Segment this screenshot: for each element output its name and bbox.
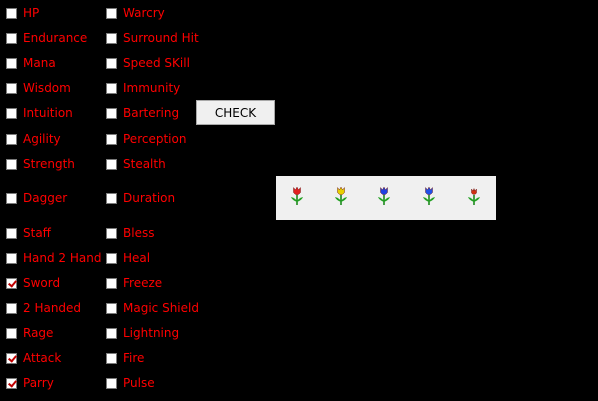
check-button[interactable]: CHECK (196, 100, 275, 125)
left-row-rage[interactable]: Rage (6, 325, 53, 341)
checkbox-magic-shield[interactable] (106, 302, 117, 314)
left-row-endurance[interactable]: Endurance (6, 30, 87, 46)
checkbox-label-strength[interactable]: Strength (23, 156, 75, 172)
checkbox-endurance[interactable] (6, 32, 17, 44)
checkbox-immunity[interactable] (106, 82, 117, 94)
checkbox-attack[interactable] (6, 352, 17, 364)
checkbox-label-perception[interactable]: Perception (123, 131, 186, 147)
right-row-heal[interactable]: Heal (106, 250, 150, 266)
checkbox-2-handed[interactable] (6, 302, 17, 314)
checkbox-surround-hit[interactable] (106, 32, 117, 44)
checkbox-label-parry[interactable]: Parry (23, 375, 54, 391)
checkbox-label-stealth[interactable]: Stealth (123, 156, 166, 172)
checkbox-label-hand-2-hand[interactable]: Hand 2 Hand (23, 250, 101, 266)
right-row-magic-shield[interactable]: Magic Shield (106, 300, 199, 316)
right-row-speed-skill[interactable]: Speed SKill (106, 55, 190, 71)
left-row-attack[interactable]: Attack (6, 350, 61, 366)
checkbox-label-heal[interactable]: Heal (123, 250, 150, 266)
checkbox-label-staff[interactable]: Staff (23, 225, 51, 241)
checkbox-label-immunity[interactable]: Immunity (123, 80, 180, 96)
checkbox-label-endurance[interactable]: Endurance (23, 30, 87, 46)
checkbox-label-magic-shield[interactable]: Magic Shield (123, 300, 199, 316)
checkbox-label-bartering[interactable]: Bartering (123, 105, 179, 121)
checkbox-label-sword[interactable]: Sword (23, 275, 60, 291)
left-row-hand-2-hand[interactable]: Hand 2 Hand (6, 250, 101, 266)
checkbox-fire[interactable] (106, 352, 117, 364)
right-row-freeze[interactable]: Freeze (106, 275, 162, 291)
right-row-perception[interactable]: Perception (106, 131, 186, 147)
left-row-parry[interactable]: Parry (6, 375, 54, 391)
checkbox-freeze[interactable] (106, 277, 117, 289)
checkbox-label-attack[interactable]: Attack (23, 350, 61, 366)
right-row-warcry[interactable]: Warcry (106, 5, 165, 21)
left-row-mana[interactable]: Mana (6, 55, 56, 71)
left-row-hp[interactable]: HP (6, 5, 39, 21)
checkbox-hand-2-hand[interactable] (6, 252, 17, 264)
checkbox-heal[interactable] (106, 252, 117, 264)
checkbox-dagger[interactable] (6, 192, 17, 204)
right-row-immunity[interactable]: Immunity (106, 80, 180, 96)
checkbox-pulse[interactable] (106, 377, 117, 389)
checkbox-strength[interactable] (6, 158, 17, 170)
checkbox-mana[interactable] (6, 57, 17, 69)
checkbox-bless[interactable] (106, 227, 117, 239)
right-row-bartering[interactable]: Bartering (106, 105, 179, 121)
checkbox-sword[interactable] (6, 277, 17, 289)
right-row-lightning[interactable]: Lightning (106, 325, 179, 341)
left-row-staff[interactable]: Staff (6, 225, 51, 241)
checkbox-label-bless[interactable]: Bless (123, 225, 154, 241)
yellow-flower-icon (334, 186, 348, 208)
checkbox-lightning[interactable] (106, 327, 117, 339)
right-row-stealth[interactable]: Stealth (106, 156, 166, 172)
checkbox-rage[interactable] (6, 327, 17, 339)
checkbox-wisdom[interactable] (6, 82, 17, 94)
checkbox-hp[interactable] (6, 7, 17, 19)
right-row-duration[interactable]: Duration (106, 190, 175, 206)
checkbox-label-warcry[interactable]: Warcry (123, 5, 165, 21)
checkbox-label-rage[interactable]: Rage (23, 325, 53, 341)
checkbox-label-mana[interactable]: Mana (23, 55, 56, 71)
checkbox-label-freeze[interactable]: Freeze (123, 275, 162, 291)
checkbox-label-wisdom[interactable]: Wisdom (23, 80, 71, 96)
checkbox-label-pulse[interactable]: Pulse (123, 375, 155, 391)
checkbox-stealth[interactable] (106, 158, 117, 170)
checkbox-agility[interactable] (6, 133, 17, 145)
checkbox-staff[interactable] (6, 227, 17, 239)
checkbox-label-lightning[interactable]: Lightning (123, 325, 179, 341)
checkbox-label-hp[interactable]: HP (23, 5, 39, 21)
checkbox-duration[interactable] (106, 192, 117, 204)
small-red-flower-icon (467, 186, 481, 208)
left-row-2-handed[interactable]: 2 Handed (6, 300, 81, 316)
left-row-sword[interactable]: Sword (6, 275, 60, 291)
red-flower-icon (290, 186, 304, 208)
right-row-surround-hit[interactable]: Surround Hit (106, 30, 199, 46)
checkbox-label-2-handed[interactable]: 2 Handed (23, 300, 81, 316)
left-row-wisdom[interactable]: Wisdom (6, 80, 71, 96)
checkbox-label-surround-hit[interactable]: Surround Hit (123, 30, 199, 46)
right-row-pulse[interactable]: Pulse (106, 375, 155, 391)
checkbox-label-duration[interactable]: Duration (123, 190, 175, 206)
right-row-fire[interactable]: Fire (106, 350, 144, 366)
checkbox-label-dagger[interactable]: Dagger (23, 190, 67, 206)
left-row-strength[interactable]: Strength (6, 156, 75, 172)
checkbox-speed-skill[interactable] (106, 57, 117, 69)
right-row-bless[interactable]: Bless (106, 225, 154, 241)
blue-flower-icon (377, 186, 391, 208)
left-row-dagger[interactable]: Dagger (6, 190, 67, 206)
checkbox-label-speed-skill[interactable]: Speed SKill (123, 55, 190, 71)
left-row-agility[interactable]: Agility (6, 131, 61, 147)
left-row-intuition[interactable]: Intuition (6, 105, 73, 121)
checkbox-warcry[interactable] (106, 7, 117, 19)
checkbox-parry[interactable] (6, 377, 17, 389)
blue-flower-icon (422, 186, 436, 208)
skills-window: HP Endurance Mana Wisdom Intuition Agility Str… (0, 0, 598, 401)
checkbox-label-agility[interactable]: Agility (23, 131, 61, 147)
flower-panel (276, 176, 496, 220)
checkbox-perception[interactable] (106, 133, 117, 145)
checkbox-bartering[interactable] (106, 107, 117, 119)
checkbox-label-intuition[interactable]: Intuition (23, 105, 73, 121)
checkbox-intuition[interactable] (6, 107, 17, 119)
checkbox-label-fire[interactable]: Fire (123, 350, 144, 366)
